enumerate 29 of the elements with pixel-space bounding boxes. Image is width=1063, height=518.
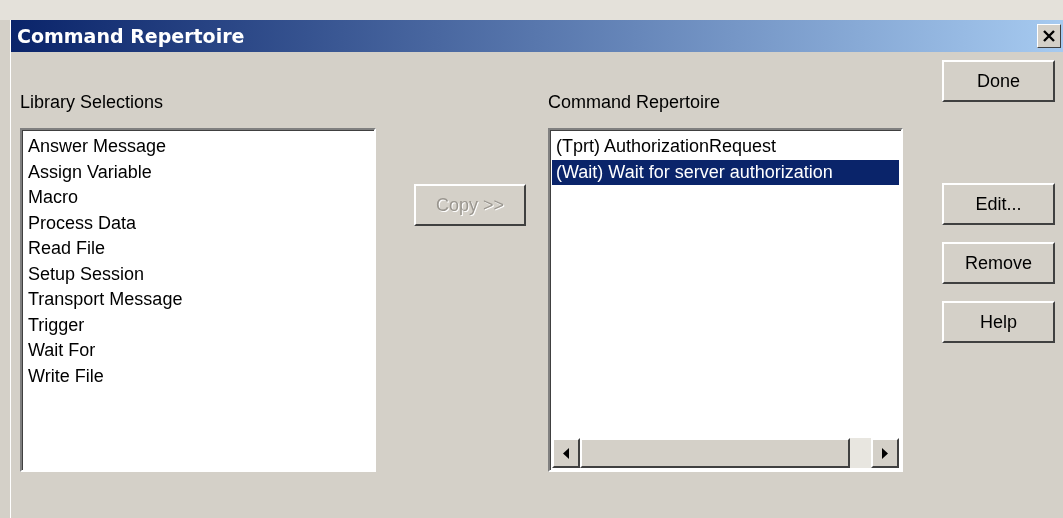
list-item[interactable]: Macro [24,185,372,211]
dialog-button[interactable]: Done [942,60,1055,102]
list-label: Command Repertoire [548,92,722,114]
list-item[interactable]: Trigger [24,312,372,338]
list-item[interactable]: (Tprt) AuthorizationRequest [552,134,899,160]
list-item[interactable]: Transport Message [24,287,372,313]
dialog-button[interactable]: Remove [942,242,1055,284]
list-item[interactable]: Setup Session [24,261,372,287]
list-item[interactable]: Read File [24,236,372,262]
scrollbar-thumb[interactable] [580,438,850,468]
close-icon [1043,30,1055,42]
list-item[interactable]: Wait For [24,338,372,364]
list-item[interactable]: Answer Message [24,134,372,160]
left-arrow-icon [563,447,569,459]
list-item[interactable]: Process Data [24,210,372,236]
scroll-left-button[interactable] [552,438,580,468]
list-label: Library Selections [20,92,165,114]
scroll-right-button[interactable] [871,438,899,468]
list-item[interactable]: Write File [24,363,372,389]
repertoire-list[interactable]: (Tprt) AuthorizationRequest (Wait) Wait for server authorization [548,128,903,472]
dialog-button[interactable]: Help [942,301,1055,343]
dialog-button[interactable]: Edit... [942,183,1055,225]
library-list[interactable]: Answer Message Assign Variable Macro Process Data Read File Setup Session Transport Message Trigger Wait For Write File [20,128,376,472]
list-item[interactable]: (Wait) Wait for server authorization [552,159,899,185]
horizontal-scrollbar[interactable] [552,438,899,468]
list-item[interactable]: Assign Variable [24,159,372,185]
window-title: Command Repertoire [17,25,245,47]
right-arrow-icon [882,447,888,459]
close-button[interactable] [1037,24,1061,48]
